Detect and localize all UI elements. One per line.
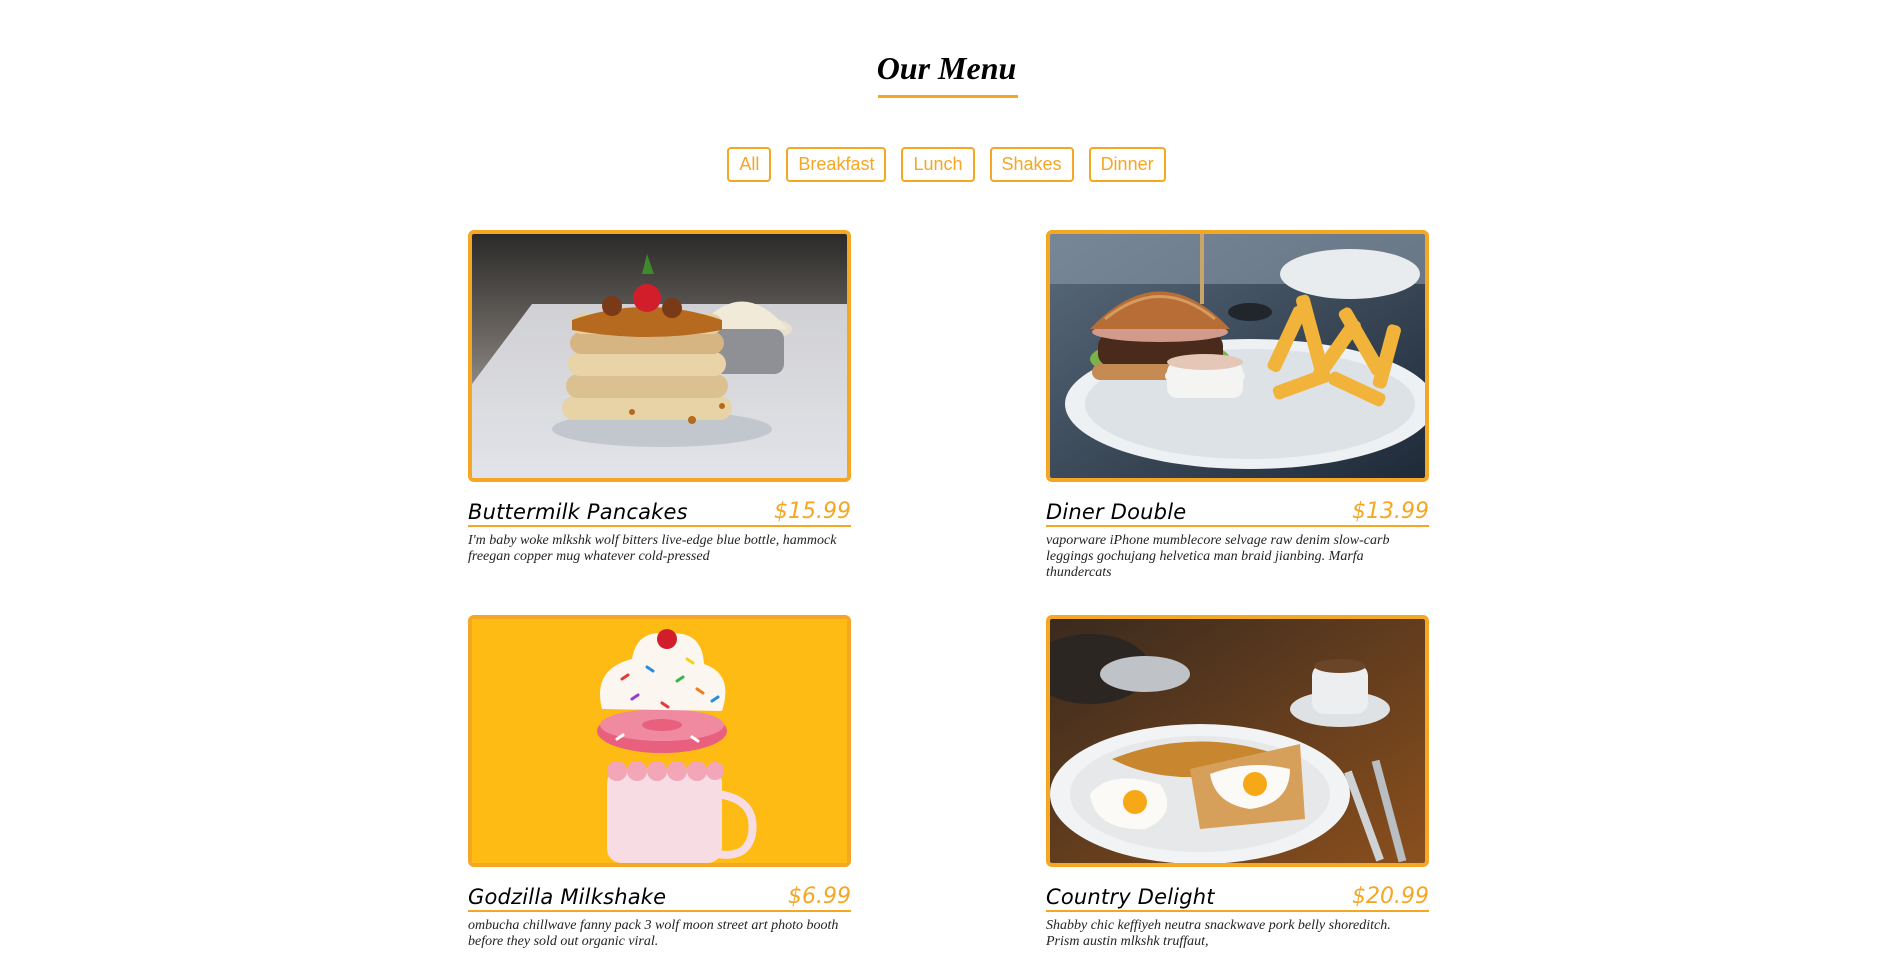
filter-lunch-button[interactable]: Lunch — [901, 147, 975, 182]
menu-item-header: Country Delight $20.99 — [1046, 881, 1429, 912]
filter-buttons: All Breakfast Lunch Shakes Dinner — [0, 147, 1893, 182]
title-underline — [878, 95, 1018, 98]
pancakes-photo — [468, 230, 851, 482]
menu-item-price: $13.99 — [1352, 499, 1429, 524]
menu-item-price: $20.99 — [1352, 884, 1429, 909]
menu-item-price: $6.99 — [788, 884, 851, 909]
page-title: Our Menu — [876, 50, 1017, 86]
menu-item-description: I'm baby woke mlkshk wolf bitters live-e… — [468, 533, 837, 564]
menu-item-name: Buttermilk Pancakes — [468, 500, 688, 524]
filter-dinner-button[interactable]: Dinner — [1088, 147, 1166, 182]
milkshake-photo — [468, 615, 851, 867]
title-wrap: Our Menu — [0, 48, 1893, 88]
menu-item-description: ombucha chillwave fanny pack 3 wolf moon… — [468, 918, 839, 949]
eggs-toast-photo — [1046, 615, 1429, 867]
menu-item-name: Godzilla Milkshake — [468, 885, 667, 909]
menu-item-price: $15.99 — [774, 499, 851, 524]
filter-all-button[interactable]: All — [727, 147, 772, 182]
menu-item-header: Diner Double $13.99 — [1046, 496, 1429, 527]
menu-item-name: Diner Double — [1046, 500, 1187, 524]
menu-item-card: Diner Double $13.99 vaporware iPhone mum… — [1046, 230, 1429, 581]
menu-item-card: Godzilla Milkshake $6.99 ombucha chillwa… — [468, 615, 851, 950]
burger-photo — [1046, 230, 1429, 482]
menu-page: Our Menu All Breakfast Lunch Shakes Dinn… — [0, 0, 1893, 960]
menu-item-header: Buttermilk Pancakes $15.99 — [468, 496, 851, 527]
menu-item-card: Buttermilk Pancakes $15.99 I'm baby woke… — [468, 230, 851, 565]
menu-item-header: Godzilla Milkshake $6.99 — [468, 881, 851, 912]
filter-shakes-button[interactable]: Shakes — [989, 147, 1074, 182]
filter-breakfast-button[interactable]: Breakfast — [786, 147, 887, 182]
menu-item-card: Country Delight $20.99 Shabby chic keffi… — [1046, 615, 1429, 950]
menu-item-name: Country Delight — [1046, 885, 1215, 909]
menu-item-description: vaporware iPhone mumblecore selvage raw … — [1046, 533, 1390, 580]
menu-item-description: Shabby chic keffiyeh neutra snackwave po… — [1046, 918, 1391, 949]
